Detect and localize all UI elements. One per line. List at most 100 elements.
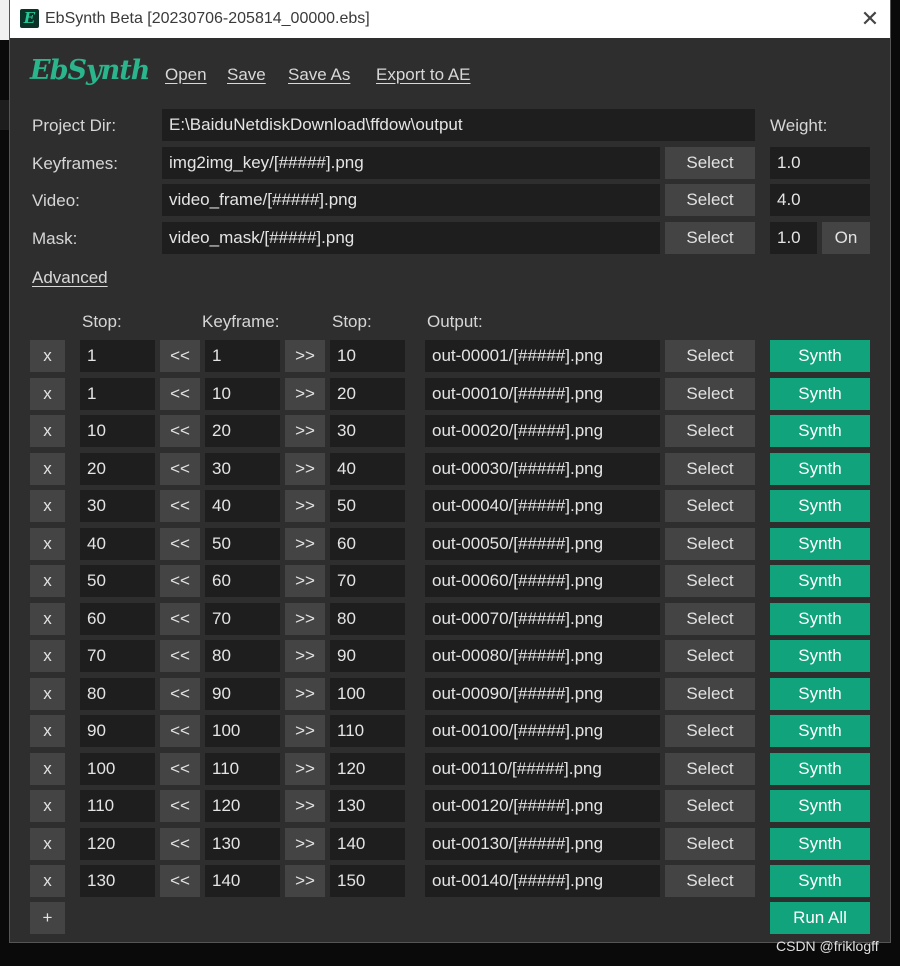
next-keyframe-button[interactable]: >> <box>285 715 325 747</box>
stop-start-field[interactable]: 50 <box>80 565 155 597</box>
synth-button[interactable]: Synth <box>770 415 870 447</box>
synth-button[interactable]: Synth <box>770 640 870 672</box>
next-keyframe-button[interactable]: >> <box>285 527 325 560</box>
remove-row-button[interactable]: x <box>30 565 65 597</box>
output-field[interactable]: out-00140/[#####].png <box>425 865 660 897</box>
prev-keyframe-button[interactable]: << <box>160 527 200 560</box>
synth-button[interactable]: Synth <box>770 340 870 372</box>
synth-button[interactable]: Synth <box>770 865 870 897</box>
stop-end-field[interactable]: 110 <box>330 715 405 747</box>
project-dir-field[interactable]: E:\BaiduNetdiskDownload\ffdow\output <box>162 109 755 141</box>
output-field[interactable]: out-00100/[#####].png <box>425 715 660 747</box>
keyframe-field[interactable]: 80 <box>205 640 280 672</box>
stop-end-field[interactable]: 150 <box>330 865 405 897</box>
keyframes-select-button[interactable]: Select <box>665 147 755 179</box>
prev-keyframe-button[interactable]: << <box>160 677 200 710</box>
stop-start-field[interactable]: 110 <box>80 790 155 822</box>
keyframe-field[interactable]: 120 <box>205 790 280 822</box>
output-field[interactable]: out-00010/[#####].png <box>425 377 660 410</box>
output-select-button[interactable]: Select <box>665 677 755 710</box>
prev-keyframe-button[interactable]: << <box>160 490 200 522</box>
remove-row-button[interactable]: x <box>30 490 65 522</box>
output-select-button[interactable]: Select <box>665 790 755 822</box>
stop-start-field[interactable]: 100 <box>80 752 155 785</box>
remove-row-button[interactable]: x <box>30 865 65 897</box>
stop-start-field[interactable]: 80 <box>80 677 155 710</box>
stop-start-field[interactable]: 1 <box>80 340 155 372</box>
mask-select-button[interactable]: Select <box>665 222 755 254</box>
prev-keyframe-button[interactable]: << <box>160 452 200 485</box>
video-select-button[interactable]: Select <box>665 184 755 216</box>
output-field[interactable]: out-00040/[#####].png <box>425 490 660 522</box>
keyframe-field[interactable]: 30 <box>205 452 280 485</box>
output-select-button[interactable]: Select <box>665 865 755 897</box>
prev-keyframe-button[interactable]: << <box>160 565 200 597</box>
output-select-button[interactable]: Select <box>665 415 755 447</box>
synth-button[interactable]: Synth <box>770 752 870 785</box>
export-to-ae-link[interactable]: Export to AE <box>376 65 471 85</box>
remove-row-button[interactable]: x <box>30 790 65 822</box>
add-row-button[interactable]: + <box>30 902 65 934</box>
stop-end-field[interactable]: 80 <box>330 602 405 635</box>
stop-start-field[interactable]: 20 <box>80 452 155 485</box>
stop-end-field[interactable]: 70 <box>330 565 405 597</box>
synth-button[interactable]: Synth <box>770 377 870 410</box>
remove-row-button[interactable]: x <box>30 827 65 860</box>
stop-start-field[interactable]: 130 <box>80 865 155 897</box>
video-field[interactable]: video_frame/[#####].png <box>162 184 660 216</box>
stop-end-field[interactable]: 140 <box>330 827 405 860</box>
output-field[interactable]: out-00080/[#####].png <box>425 640 660 672</box>
advanced-link[interactable]: Advanced <box>32 268 108 288</box>
remove-row-button[interactable]: x <box>30 452 65 485</box>
keyframe-field[interactable]: 60 <box>205 565 280 597</box>
next-keyframe-button[interactable]: >> <box>285 490 325 522</box>
output-field[interactable]: out-00090/[#####].png <box>425 677 660 710</box>
output-field[interactable]: out-00050/[#####].png <box>425 527 660 560</box>
prev-keyframe-button[interactable]: << <box>160 827 200 860</box>
next-keyframe-button[interactable]: >> <box>285 340 325 372</box>
next-keyframe-button[interactable]: >> <box>285 415 325 447</box>
next-keyframe-button[interactable]: >> <box>285 827 325 860</box>
keyframe-field[interactable]: 130 <box>205 827 280 860</box>
stop-start-field[interactable]: 120 <box>80 827 155 860</box>
keyframes-weight-field[interactable]: 1.0 <box>770 147 870 179</box>
keyframe-field[interactable]: 70 <box>205 602 280 635</box>
keyframe-field[interactable]: 50 <box>205 527 280 560</box>
keyframe-field[interactable]: 10 <box>205 377 280 410</box>
remove-row-button[interactable]: x <box>30 602 65 635</box>
save-link[interactable]: Save <box>227 65 266 85</box>
mask-on-toggle[interactable]: On <box>822 222 870 254</box>
next-keyframe-button[interactable]: >> <box>285 790 325 822</box>
next-keyframe-button[interactable]: >> <box>285 752 325 785</box>
next-keyframe-button[interactable]: >> <box>285 602 325 635</box>
stop-start-field[interactable]: 60 <box>80 602 155 635</box>
stop-end-field[interactable]: 50 <box>330 490 405 522</box>
synth-button[interactable]: Synth <box>770 827 870 860</box>
output-select-button[interactable]: Select <box>665 340 755 372</box>
next-keyframe-button[interactable]: >> <box>285 452 325 485</box>
output-select-button[interactable]: Select <box>665 452 755 485</box>
video-weight-field[interactable]: 4.0 <box>770 184 870 216</box>
remove-row-button[interactable]: x <box>30 527 65 560</box>
output-select-button[interactable]: Select <box>665 827 755 860</box>
prev-keyframe-button[interactable]: << <box>160 415 200 447</box>
keyframe-field[interactable]: 90 <box>205 677 280 710</box>
synth-button[interactable]: Synth <box>770 602 870 635</box>
output-select-button[interactable]: Select <box>665 565 755 597</box>
keyframe-field[interactable]: 140 <box>205 865 280 897</box>
next-keyframe-button[interactable]: >> <box>285 640 325 672</box>
next-keyframe-button[interactable]: >> <box>285 377 325 410</box>
synth-button[interactable]: Synth <box>770 677 870 710</box>
stop-start-field[interactable]: 90 <box>80 715 155 747</box>
prev-keyframe-button[interactable]: << <box>160 752 200 785</box>
next-keyframe-button[interactable]: >> <box>285 677 325 710</box>
stop-end-field[interactable]: 40 <box>330 452 405 485</box>
prev-keyframe-button[interactable]: << <box>160 715 200 747</box>
output-field[interactable]: out-00130/[#####].png <box>425 827 660 860</box>
stop-end-field[interactable]: 100 <box>330 677 405 710</box>
stop-end-field[interactable]: 90 <box>330 640 405 672</box>
output-select-button[interactable]: Select <box>665 640 755 672</box>
open-link[interactable]: Open <box>165 65 207 85</box>
synth-button[interactable]: Synth <box>770 452 870 485</box>
close-icon[interactable]: ✕ <box>850 0 890 38</box>
